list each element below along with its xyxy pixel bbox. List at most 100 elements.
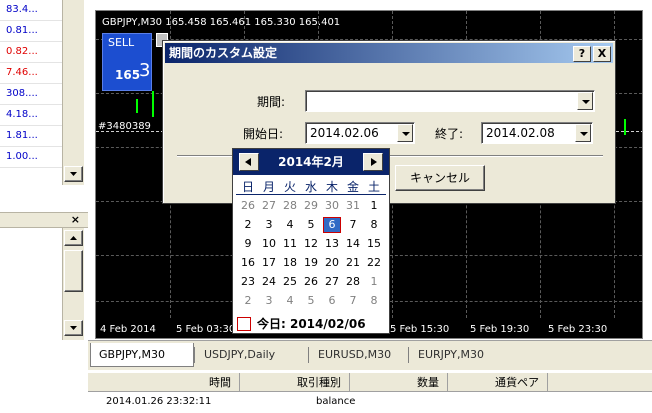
tab-gbpjpy-m30[interactable]: GBPJPY,M30: [90, 343, 194, 367]
weekday-label: 土: [367, 180, 380, 194]
chevron-up-icon: [70, 236, 77, 240]
calendar-day[interactable]: 28: [281, 198, 299, 214]
sell-label: SELL: [108, 36, 135, 49]
navigator-scrollbar[interactable]: [62, 228, 84, 340]
quote-value: 1.00...: [6, 151, 38, 162]
calendar-day[interactable]: 7: [344, 293, 362, 309]
x-axis-label: 5 Feb 03:30: [176, 324, 236, 335]
calendar-day[interactable]: 17: [260, 255, 278, 271]
calendar-day[interactable]: 12: [302, 236, 320, 252]
scroll-up-button[interactable]: [64, 230, 83, 246]
calendar-day[interactable]: 13: [323, 236, 341, 252]
today-link[interactable]: 今日: 2014/02/06: [237, 315, 387, 333]
calendar-day[interactable]: 26: [239, 198, 257, 214]
close-icon[interactable]: ×: [71, 213, 80, 226]
tab-separator: [308, 347, 309, 363]
calendar-day[interactable]: 14: [344, 236, 362, 252]
chevron-down-icon: [70, 172, 77, 176]
calendar-day-selected[interactable]: 6: [323, 217, 341, 233]
dialog-title: 期間のカスタム設定: [169, 46, 278, 60]
sell-price-digit: 3: [139, 60, 151, 81]
end-date-label: 終了:: [435, 127, 464, 141]
calendar-day[interactable]: 2: [239, 217, 257, 233]
calendar-day[interactable]: 5: [302, 293, 320, 309]
column-header-type[interactable]: 取引種別: [240, 373, 350, 392]
calendar-month-title: 2014年2月: [278, 155, 344, 169]
prev-month-button[interactable]: [239, 153, 259, 171]
tab-eurusd-m30[interactable]: EURUSD,M30: [310, 343, 406, 367]
table-row[interactable]: 2014.01.26 23:32:11 balance: [88, 393, 652, 413]
chevron-down-icon: [575, 124, 591, 142]
weekday-label: 日: [241, 180, 254, 194]
chart-tabs: GBPJPY,M30 USDJPY,Daily EURUSD,M30 EURJPY,M…: [88, 340, 652, 370]
calendar-day[interactable]: 15: [365, 236, 383, 252]
end-date-value: 2014.02.08: [486, 126, 555, 140]
weekday-underline: [236, 194, 386, 195]
calendar-day[interactable]: 24: [260, 274, 278, 290]
start-date-picker[interactable]: 2014.02.06: [305, 122, 415, 144]
calendar-day[interactable]: 10: [260, 236, 278, 252]
quote-value: 4.18...: [6, 109, 38, 120]
market-watch-scrollbar[interactable]: [62, 0, 84, 185]
calendar-day[interactable]: 4: [281, 217, 299, 233]
column-header-time[interactable]: 時間: [88, 373, 240, 392]
chevron-down-icon: [397, 124, 413, 142]
period-select[interactable]: [305, 90, 595, 112]
calendar-day[interactable]: 27: [260, 198, 278, 214]
quote-value: 0.81...: [6, 25, 38, 36]
calendar-day[interactable]: 28: [344, 274, 362, 290]
weekday-label: 月: [262, 180, 275, 194]
column-header-symbol[interactable]: 通貨ペア: [448, 373, 548, 392]
help-button[interactable]: ?: [573, 46, 591, 62]
calendar-day[interactable]: 31: [344, 198, 362, 214]
calendar-day[interactable]: 1: [365, 274, 383, 290]
tab-eurjpy-m30[interactable]: EURJPY,M30: [410, 343, 502, 367]
calendar-dropdown: 2014年2月 日月火水木金土 26 27 28 29 30 31 1 2 3 4 5 6 7 8 9 10 1…: [232, 148, 390, 334]
cancel-button[interactable]: キャンセル: [395, 165, 485, 191]
calendar-day[interactable]: 26: [302, 274, 320, 290]
chart-title: GBPJPY,M30 165.458 165.461 165.330 165.4…: [102, 17, 341, 28]
calendar-day[interactable]: 29: [302, 198, 320, 214]
calendar-day[interactable]: 23: [239, 274, 257, 290]
help-icon: ?: [578, 47, 586, 60]
tab-separator: [194, 347, 195, 363]
x-axis-label: 4 Feb 2014: [100, 324, 156, 335]
calendar-day[interactable]: 3: [260, 293, 278, 309]
column-header-volume[interactable]: 数量: [350, 373, 448, 392]
history-table-header: 時間 取引種別 数量 通貨ペア: [88, 372, 652, 392]
calendar-day[interactable]: 2: [239, 293, 257, 309]
calendar-day[interactable]: 11: [281, 236, 299, 252]
weekday-label: 火: [283, 180, 296, 194]
calendar-day[interactable]: 25: [281, 274, 299, 290]
calendar-day[interactable]: 1: [365, 198, 383, 214]
calendar-day[interactable]: 9: [239, 236, 257, 252]
today-marker-icon: [237, 317, 251, 331]
close-icon: X: [597, 47, 607, 60]
scroll-down-button[interactable]: [64, 320, 83, 336]
tab-separator: [408, 347, 409, 363]
end-date-picker[interactable]: 2014.02.08: [481, 122, 593, 144]
calendar-day[interactable]: 18: [281, 255, 299, 271]
calendar-day[interactable]: 20: [323, 255, 341, 271]
calendar-day[interactable]: 8: [365, 217, 383, 233]
calendar-day[interactable]: 7: [344, 217, 362, 233]
calendar-day[interactable]: 3: [260, 217, 278, 233]
start-date-value: 2014.02.06: [310, 126, 379, 140]
calendar-day[interactable]: 16: [239, 255, 257, 271]
next-month-button[interactable]: [363, 153, 383, 171]
calendar-day[interactable]: 4: [281, 293, 299, 309]
close-button[interactable]: X: [593, 46, 611, 62]
calendar-day[interactable]: 5: [302, 217, 320, 233]
calendar-day[interactable]: 22: [365, 255, 383, 271]
calendar-day[interactable]: 30: [323, 198, 341, 214]
calendar-day[interactable]: 6: [323, 293, 341, 309]
tab-usdjpy-daily[interactable]: USDJPY,Daily: [196, 343, 306, 367]
scroll-thumb[interactable]: [64, 250, 83, 292]
calendar-day[interactable]: 27: [323, 274, 341, 290]
sell-button[interactable]: SELL 165 3: [102, 33, 152, 91]
calendar-day[interactable]: 8: [365, 293, 383, 309]
start-date-label: 開始日:: [243, 127, 284, 141]
calendar-day[interactable]: 19: [302, 255, 320, 271]
scroll-down-button[interactable]: [64, 166, 83, 182]
calendar-day[interactable]: 21: [344, 255, 362, 271]
